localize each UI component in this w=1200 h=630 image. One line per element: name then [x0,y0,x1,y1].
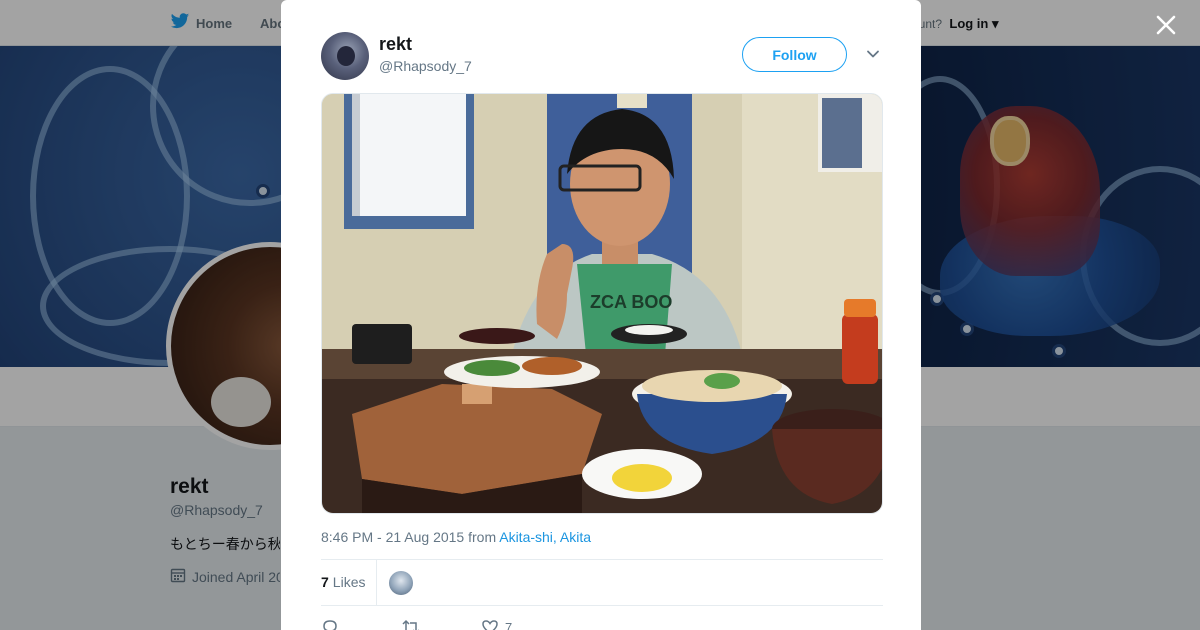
reply-icon [323,620,337,630]
liker-avatar[interactable] [389,571,413,595]
tweet-photo[interactable]: ZCA BOO [321,93,883,514]
like-button[interactable]: 7 [481,618,561,630]
heart-icon [482,620,498,630]
retweet-icon [402,619,419,630]
close-button[interactable] [1153,12,1179,38]
stats-divider-bottom [321,605,883,606]
likes-label: Likes [332,574,366,590]
tweet-author-handle[interactable]: @Rhapsody_7 [379,58,472,74]
tweet-menu-button[interactable] [863,44,883,64]
follow-button[interactable]: Follow [742,37,847,72]
reply-button[interactable] [321,618,401,630]
tweet-location-link[interactable]: Akita-shi, Akita [499,529,591,545]
close-icon [1156,15,1176,35]
tweet-author-avatar[interactable] [321,32,369,80]
tweet-from-word: from [468,529,497,545]
likes-count: 7 [321,574,329,590]
tweet-time[interactable]: 8:46 PM - 21 Aug 2015 [321,529,464,545]
likes-stat[interactable]: 7 Likes [321,574,365,590]
tweet-author-name[interactable]: rekt [379,34,412,55]
likes-separator [376,560,377,605]
chevron-down-icon [867,50,879,58]
like-count: 7 [505,619,513,630]
svg-text:ZCA BOO: ZCA BOO [590,292,672,312]
retweet-button[interactable] [401,618,481,630]
stats-divider-top [321,559,883,560]
tweet-timestamp: 8:46 PM - 21 Aug 2015 from Akita-shi, Ak… [321,529,591,545]
tweet-modal: rekt @Rhapsody_7 Follow ZCA BOO 8:46 PM … [281,0,921,630]
tweet-actions: 7 [321,618,561,630]
